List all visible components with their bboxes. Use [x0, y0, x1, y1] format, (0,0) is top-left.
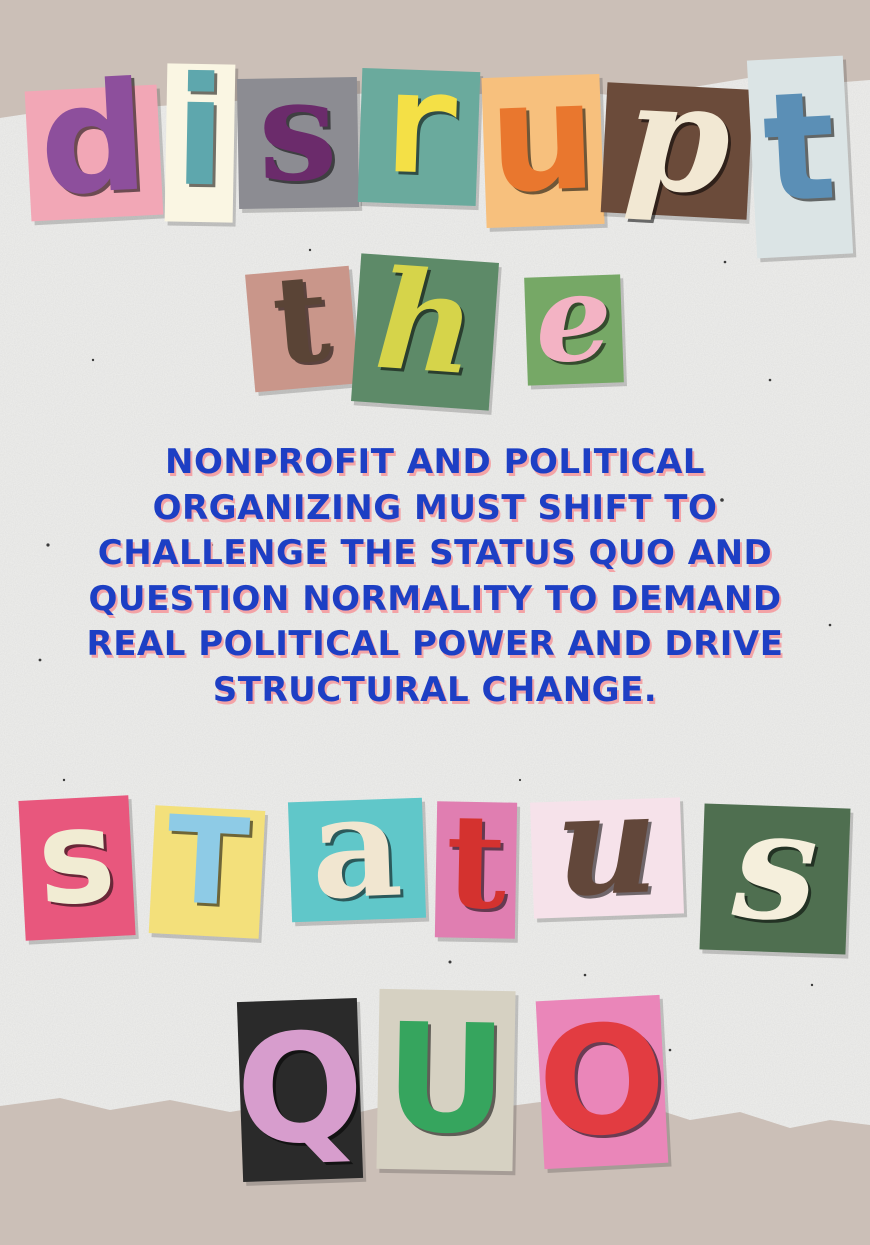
letter-h: h	[370, 239, 481, 407]
manifesto-blurb: NONPROFIT AND POLITICAL ORGANIZING MUST …	[86, 442, 784, 710]
letter-u: u	[486, 49, 599, 227]
letter-tile-t: t	[746, 55, 854, 259]
letter-tile-u: u	[481, 49, 605, 229]
letter-t: t	[267, 246, 335, 393]
poster: d i s r u p t t h e NONPROFIT AND POLITI…	[0, 0, 870, 1245]
letter-tile-s: s	[236, 48, 360, 214]
letter-tile-t: t	[434, 784, 518, 939]
letter-tile-e: e	[524, 247, 624, 390]
letter-q: Q	[233, 1000, 367, 1180]
letter-d: d	[35, 50, 152, 230]
headline-line-quo: Q U O	[0, 0, 870, 1183]
letter-a: a	[308, 764, 405, 932]
letter-tile-a: a	[287, 764, 427, 932]
letter-tile-u: U	[376, 988, 516, 1172]
letter-tile-h: h	[351, 239, 499, 411]
letter-t: t	[759, 59, 840, 237]
letter-tile-t: t	[148, 791, 266, 939]
letter-u: U	[383, 991, 509, 1169]
letter-tile-o: O	[533, 991, 671, 1173]
letter-p: p	[620, 47, 735, 229]
letter-r: r	[374, 41, 465, 208]
letter-i: i	[172, 45, 228, 221]
letter-u: u	[552, 761, 661, 929]
letter-o: O	[533, 991, 671, 1173]
letter-tile-s: s	[699, 777, 851, 955]
letter-tile-q: Q	[233, 997, 367, 1183]
letter-s: s	[33, 779, 120, 935]
letter-tile-r: r	[357, 42, 481, 207]
letter-s: s	[256, 48, 339, 214]
letter-tile-p: p	[600, 47, 754, 229]
letter-t: t	[444, 784, 508, 939]
letter-tile-u: u	[530, 761, 684, 929]
letter-tile-s: s	[18, 779, 136, 941]
letter-tile-i: i	[164, 46, 236, 223]
letter-e: e	[532, 246, 615, 391]
letter-tile-d: d	[24, 50, 164, 230]
letter-t: t	[162, 790, 253, 935]
letter-s: s	[730, 776, 821, 956]
letter-tile-t: t	[245, 247, 359, 393]
